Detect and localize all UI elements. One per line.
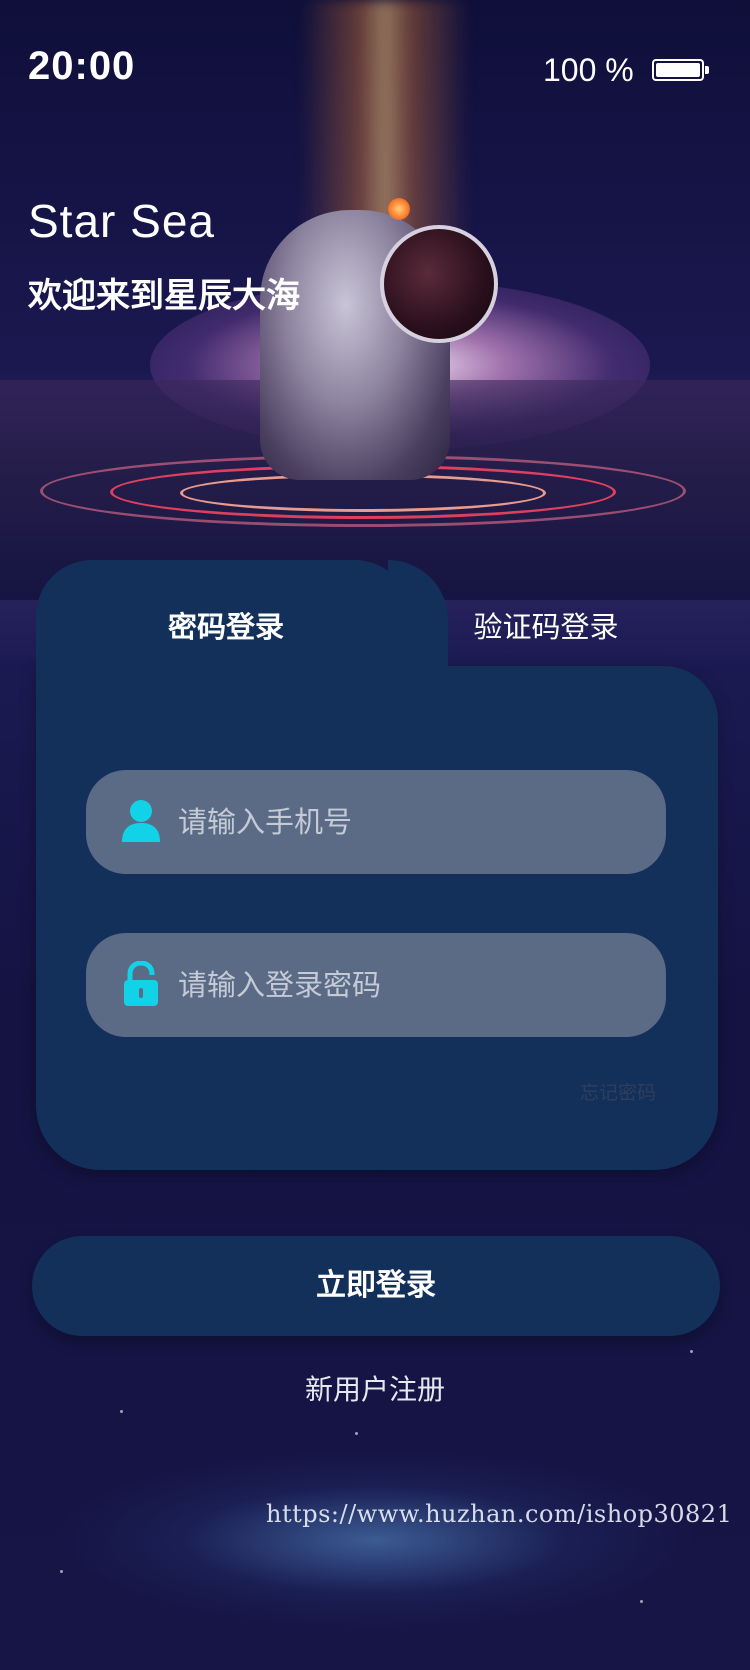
lock-icon bbox=[124, 961, 158, 1006]
user-icon bbox=[122, 800, 160, 842]
app-title: Star Sea bbox=[28, 195, 215, 247]
star bbox=[60, 1570, 63, 1573]
star bbox=[120, 1410, 123, 1413]
watermark: https://www.huzhan.com/ishop30821 bbox=[266, 1500, 733, 1528]
welcome-text: 欢迎来到星辰大海 bbox=[28, 276, 300, 316]
register-link[interactable]: 新用户注册 bbox=[0, 1368, 750, 1408]
helmet-light bbox=[388, 198, 410, 220]
status-time: 20:00 bbox=[28, 44, 136, 88]
password-field[interactable] bbox=[86, 933, 666, 1037]
phone-input[interactable] bbox=[178, 770, 638, 874]
login-screen: 20:00 100 % Star Sea 欢迎来到星辰大海 密码登录 验证码登录 bbox=[0, 0, 750, 1670]
password-input[interactable] bbox=[178, 933, 638, 1037]
login-button[interactable]: 立即登录 bbox=[32, 1236, 720, 1336]
astronaut-helmet bbox=[380, 225, 498, 343]
forgot-password-link[interactable]: 忘记密码 bbox=[580, 1078, 656, 1105]
star bbox=[640, 1600, 643, 1603]
login-card: 密码登录 验证码登录 忘记密码 bbox=[36, 560, 718, 1170]
tab-password-login[interactable]: 密码登录 bbox=[96, 604, 356, 646]
battery-percentage: 100 % bbox=[543, 52, 634, 88]
tab-code-login[interactable]: 验证码登录 bbox=[416, 604, 676, 646]
star bbox=[690, 1350, 693, 1353]
phone-field[interactable] bbox=[86, 770, 666, 874]
battery-icon bbox=[652, 59, 710, 83]
star bbox=[355, 1432, 358, 1435]
